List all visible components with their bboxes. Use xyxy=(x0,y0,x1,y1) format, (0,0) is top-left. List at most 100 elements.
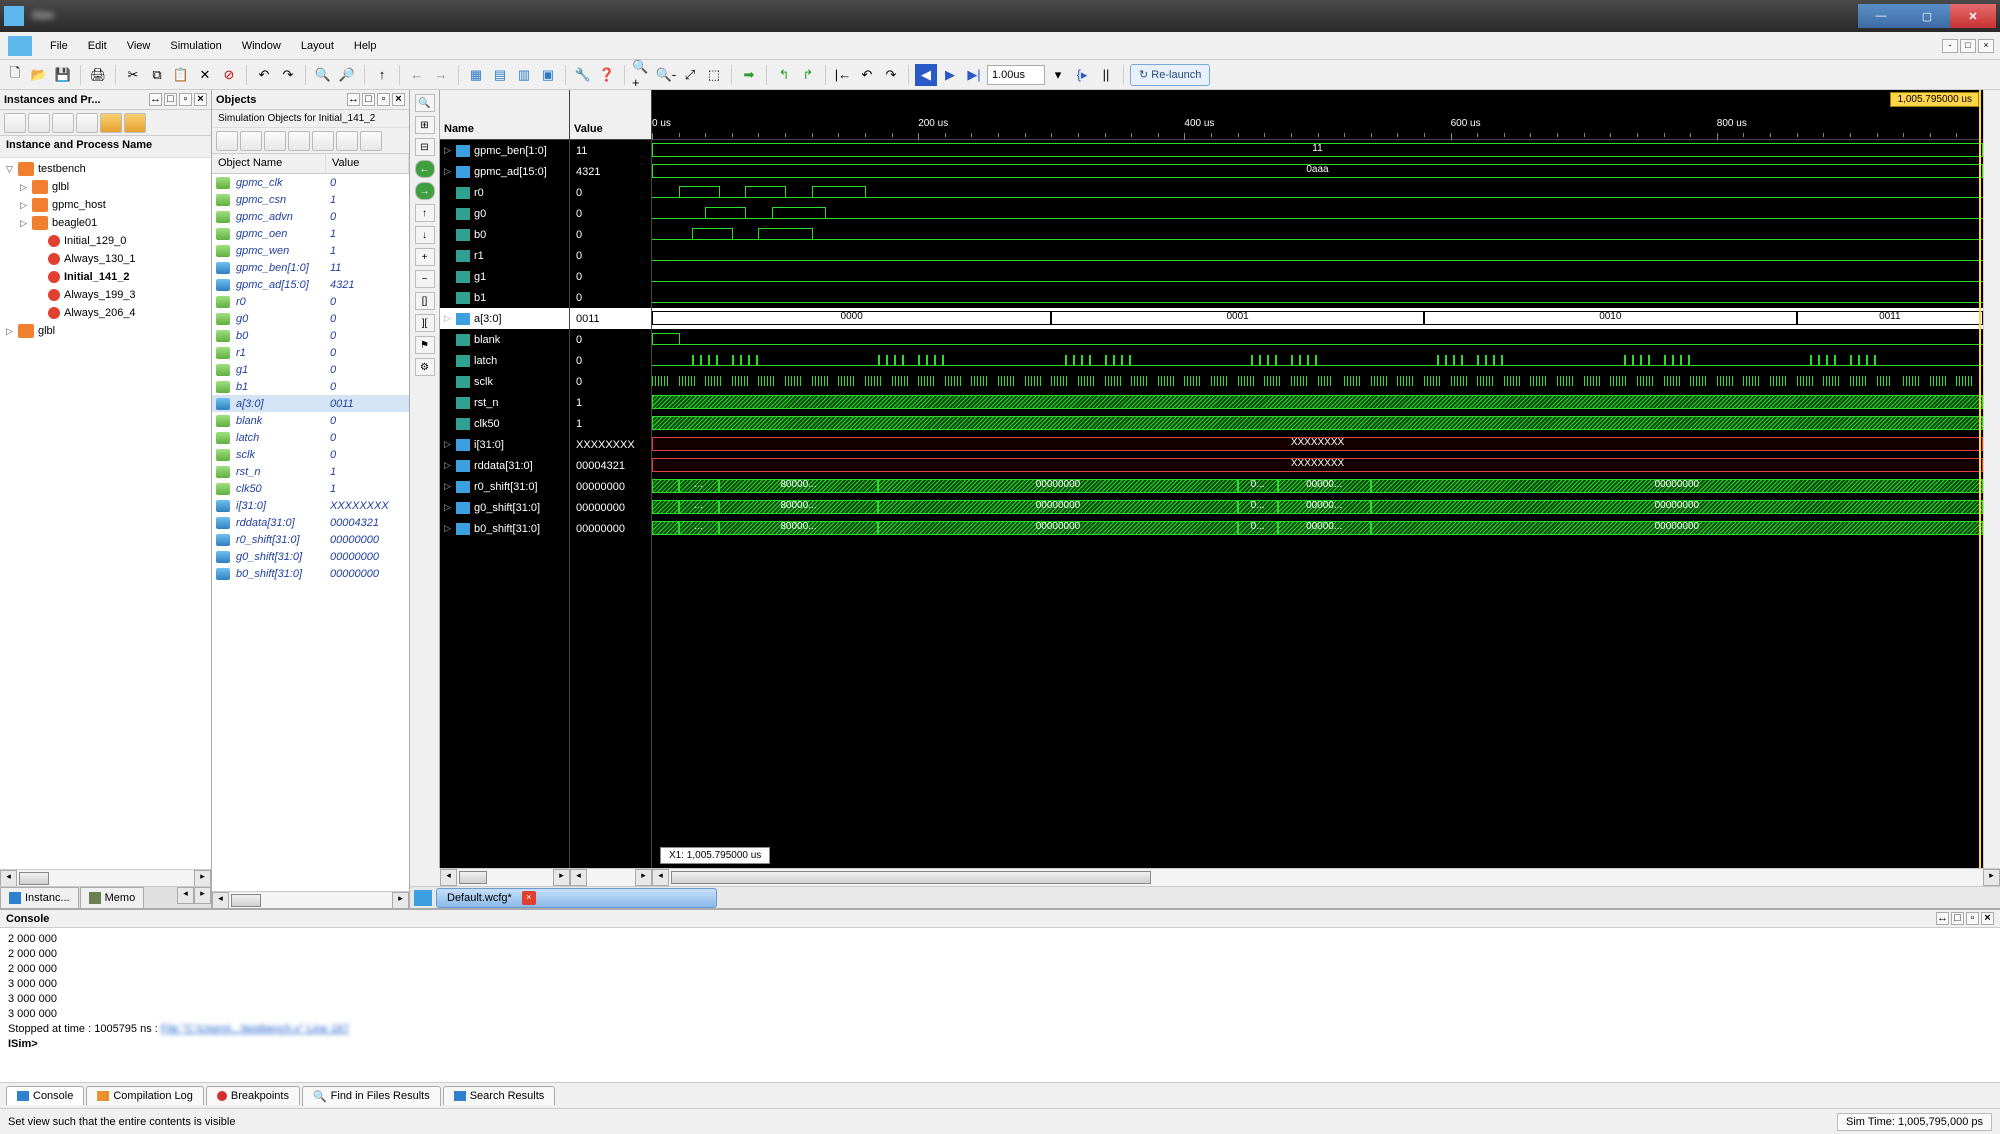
zoom-area-icon[interactable]: ⬚ xyxy=(703,64,725,86)
wave-signal-row[interactable]: rst_n xyxy=(440,392,569,413)
print-icon[interactable]: 🖨 xyxy=(87,64,109,86)
wave-signal-row[interactable]: sclk xyxy=(440,371,569,392)
console-min-icon[interactable]: □ xyxy=(1951,912,1964,925)
wave-signal-row[interactable]: g0 xyxy=(440,203,569,224)
menu-file[interactable]: File xyxy=(40,36,78,56)
objfilter5-icon[interactable] xyxy=(312,131,334,151)
expand-icon[interactable]: ▷ xyxy=(444,313,456,324)
run-time-input[interactable] xyxy=(987,65,1045,85)
menu-window[interactable]: Window xyxy=(232,36,291,56)
console-close-icon[interactable]: × xyxy=(1981,912,1994,925)
panel-max-icon[interactable]: ▫ xyxy=(179,93,192,106)
up-icon[interactable]: ↑ xyxy=(371,64,393,86)
menu-layout[interactable]: Layout xyxy=(291,36,344,56)
copy-icon[interactable]: ⧉ xyxy=(146,64,168,86)
ws-remove-icon[interactable]: − xyxy=(415,270,435,288)
ws-up-icon[interactable]: ↑ xyxy=(415,204,435,222)
delete-icon[interactable]: ✕ xyxy=(194,64,216,86)
layout3-icon[interactable]: ▥ xyxy=(513,64,535,86)
instance-row[interactable]: Always_206_4 xyxy=(0,304,211,322)
object-row[interactable]: gpmc_ben[1:0]11 xyxy=(212,259,409,276)
menu-view[interactable]: View xyxy=(117,36,161,56)
cursor-up-icon[interactable]: ↶ xyxy=(856,64,878,86)
wave-row[interactable] xyxy=(652,392,1983,413)
expand-icon[interactable]: ▷ xyxy=(444,481,456,492)
object-row[interactable]: gpmc_oen1 xyxy=(212,225,409,242)
object-row[interactable]: gpmc_csn1 xyxy=(212,191,409,208)
console-max-icon[interactable]: ▫ xyxy=(1966,912,1979,925)
instance-row[interactable]: ▷gpmc_host xyxy=(0,196,211,214)
object-row[interactable]: latch0 xyxy=(212,429,409,446)
object-row[interactable]: gpmc_ad[15:0]4321 xyxy=(212,276,409,293)
expand-icon[interactable]: ▷ xyxy=(20,218,32,229)
instances-tab[interactable]: Instanc... xyxy=(0,887,79,908)
console-tab-search-results[interactable]: Search Results xyxy=(443,1086,556,1105)
panel-min-icon[interactable]: □ xyxy=(362,93,375,106)
ws-add-icon[interactable]: + xyxy=(415,248,435,266)
layout1-icon[interactable]: ▦ xyxy=(465,64,487,86)
console-tab-compilation-log[interactable]: Compilation Log xyxy=(86,1086,204,1105)
wave-values-hscroll[interactable]: ◂▸ xyxy=(570,868,652,885)
next-tr-icon[interactable]: ↱ xyxy=(797,64,819,86)
ws-go-right-icon[interactable]: → xyxy=(415,182,435,200)
wave-row[interactable]: 0000000100100011 xyxy=(652,308,1983,329)
expand-icon[interactable]: ▽ xyxy=(6,164,18,175)
wave-signal-row[interactable]: ▷a[3:0] xyxy=(440,308,569,329)
run-for-icon[interactable]: ▶| xyxy=(963,64,985,86)
run-icon[interactable]: ▶ xyxy=(939,64,961,86)
wave-row[interactable] xyxy=(652,371,1983,392)
instance-row[interactable]: Initial_129_0 xyxy=(0,232,211,250)
wave-row[interactable] xyxy=(652,245,1983,266)
objfilter4-icon[interactable] xyxy=(288,131,310,151)
ws-marker-icon[interactable]: ⚑ xyxy=(415,336,435,354)
time-dropdown[interactable]: ▾ xyxy=(1047,64,1069,86)
instances-tab[interactable]: Memo xyxy=(80,887,145,908)
step-icon[interactable]: {▸ xyxy=(1071,64,1093,86)
objects-hscroll[interactable]: ◂ ▸ xyxy=(212,891,409,908)
wave-canvas-hscroll[interactable]: ◂▸ xyxy=(652,868,2000,885)
help-icon[interactable]: ❓ xyxy=(596,64,618,86)
panel-close-icon[interactable]: × xyxy=(194,93,207,106)
expand-icon[interactable]: ▷ xyxy=(444,166,456,177)
window-restore-btn[interactable]: □ xyxy=(1960,39,1976,53)
break-icon[interactable]: || xyxy=(1095,64,1117,86)
console-link[interactable]: File "C:\Users\...\testbench.v" Line 167 xyxy=(161,1023,349,1035)
new-icon[interactable]: 🗋 xyxy=(4,64,26,86)
instance-row[interactable]: Always_199_3 xyxy=(0,286,211,304)
zoom-in-icon[interactable]: 🔍+ xyxy=(631,64,653,86)
object-row[interactable]: r00 xyxy=(212,293,409,310)
filter2-icon[interactable] xyxy=(28,113,50,133)
save-icon[interactable]: 💾 xyxy=(52,64,74,86)
expand-icon[interactable]: ▷ xyxy=(444,460,456,471)
wrench-icon[interactable]: 🔧 xyxy=(572,64,594,86)
wave-signal-row[interactable]: r1 xyxy=(440,245,569,266)
expand-icon[interactable]: ▷ xyxy=(20,200,32,211)
tab-scroll-right[interactable]: ▸ xyxy=(194,887,211,904)
restart-icon[interactable]: ◀ xyxy=(915,64,937,86)
wave-signal-row[interactable]: ▷gpmc_ad[15:0] xyxy=(440,161,569,182)
object-row[interactable]: sclk0 xyxy=(212,446,409,463)
instance-row[interactable]: ▷glbl xyxy=(0,322,211,340)
open-icon[interactable]: 📂 xyxy=(28,64,50,86)
wave-signal-row[interactable]: ▷rddata[31:0] xyxy=(440,455,569,476)
console-tab-console[interactable]: Console xyxy=(6,1086,84,1105)
cancel-icon[interactable]: ⊘ xyxy=(218,64,240,86)
filter6-icon[interactable] xyxy=(124,113,146,133)
wave-signal-row[interactable]: clk50 xyxy=(440,413,569,434)
ws-down-icon[interactable]: ↓ xyxy=(415,226,435,244)
instance-row[interactable]: ▷glbl xyxy=(0,178,211,196)
expand-icon[interactable]: ▷ xyxy=(444,502,456,513)
tab-scroll-left[interactable]: ◂ xyxy=(177,887,194,904)
wave-signal-row[interactable]: ▷b0_shift[31:0] xyxy=(440,518,569,539)
undo-icon[interactable]: ↶ xyxy=(253,64,275,86)
expand-icon[interactable]: ▷ xyxy=(6,326,18,337)
wave-file-tab[interactable]: Default.wcfg* × xyxy=(436,888,717,908)
zoom-fit-icon[interactable]: ⤢ xyxy=(679,64,701,86)
relaunch-button[interactable]: ↻ Re-launch xyxy=(1130,64,1210,86)
wave-tab-close-icon[interactable]: × xyxy=(522,891,536,905)
expand-icon[interactable]: ▷ xyxy=(20,182,32,193)
menu-edit[interactable]: Edit xyxy=(78,36,117,56)
menu-help[interactable]: Help xyxy=(344,36,387,56)
goto-icon[interactable]: ➡ xyxy=(738,64,760,86)
object-row[interactable]: clk501 xyxy=(212,480,409,497)
